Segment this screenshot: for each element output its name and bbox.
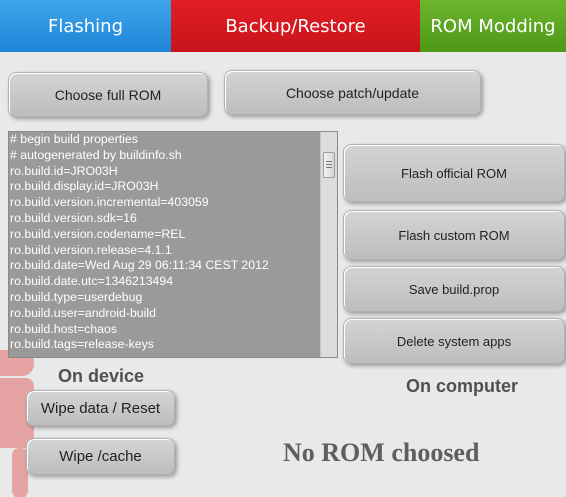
tab-flashing[interactable]: Flashing [0, 0, 171, 52]
build-prop-line: ro.build.host=chaos [10, 321, 117, 336]
wipe-data-reset-label: Wipe data / Reset [40, 399, 161, 417]
flash-official-rom-button[interactable]: Flash official ROM [343, 144, 565, 202]
grip-line [326, 167, 332, 168]
build-prop-line: ro.build.date=Wed Aug 29 06:11:34 CEST 2… [10, 258, 269, 273]
flash-custom-rom-label: Flash custom ROM [398, 227, 510, 243]
build-prop-line: # autogenerated by buildinfo.sh [10, 147, 182, 162]
build-prop-scrollbar[interactable] [320, 132, 337, 357]
save-build-prop-label: Save build.prop [408, 281, 500, 297]
build-prop-line: ro.build.version.incremental=403059 [10, 195, 209, 210]
tab-rom-modding[interactable]: ROM Modding [420, 0, 566, 52]
build-prop-line: ro.build.tags=release-keys [10, 337, 154, 352]
wipe-cache-button[interactable]: Wipe /cache [26, 438, 175, 475]
delete-system-apps-label: Delete system apps [396, 333, 512, 349]
build-prop-line: ro.build.date.utc=1346213494 [10, 274, 174, 289]
build-prop-line: ro.build.user=android-build [10, 305, 156, 320]
on-computer-label: On computer [406, 376, 519, 396]
on-device-label: On device [58, 366, 145, 386]
build-prop-line: ro.build.version.codename=REL [10, 226, 186, 241]
wipe-data-reset-button[interactable]: Wipe data / Reset [26, 390, 175, 426]
choose-patch-update-button[interactable]: Choose patch/update [224, 70, 481, 115]
app-window: Flashing Backup/Restore ROM Modding Choo… [0, 0, 566, 497]
build-prop-line: ro.build.type=userdebug [10, 289, 143, 304]
rom-status-text: No ROM choosed [283, 438, 480, 467]
delete-system-apps-button[interactable]: Delete system apps [343, 318, 565, 364]
scrollbar-thumb[interactable] [323, 152, 335, 178]
tab-backup-restore-label: Backup/Restore [225, 15, 366, 37]
choose-full-rom-label: Choose full ROM [54, 86, 162, 103]
build-prop-lines: # begin build properties # autogenerated… [10, 132, 322, 353]
grip-line [326, 161, 332, 162]
tab-rom-modding-label: ROM Modding [430, 15, 556, 37]
build-prop-line: # begin build properties [10, 132, 138, 146]
flash-custom-rom-button[interactable]: Flash custom ROM [343, 210, 565, 260]
build-prop-line: ro.build.version.release=4.1.1 [10, 242, 172, 257]
save-build-prop-button[interactable]: Save build.prop [343, 266, 565, 312]
choose-patch-update-label: Choose patch/update [285, 84, 420, 101]
build-prop-line: ro.build.id=JRO03H [10, 163, 118, 178]
tab-backup-restore[interactable]: Backup/Restore [171, 0, 420, 52]
grip-line [326, 164, 332, 165]
build-prop-line: ro.build.display.id=JRO03H [10, 179, 159, 194]
build-prop-line: ro.build.version.sdk=16 [10, 210, 137, 225]
tab-flashing-label: Flashing [47, 15, 123, 37]
wipe-cache-label: Wipe /cache [59, 448, 142, 465]
flash-official-rom-label: Flash official ROM [401, 165, 507, 181]
build-prop-textarea[interactable]: # begin build properties # autogenerated… [8, 131, 338, 358]
choose-full-rom-button[interactable]: Choose full ROM [8, 72, 208, 117]
